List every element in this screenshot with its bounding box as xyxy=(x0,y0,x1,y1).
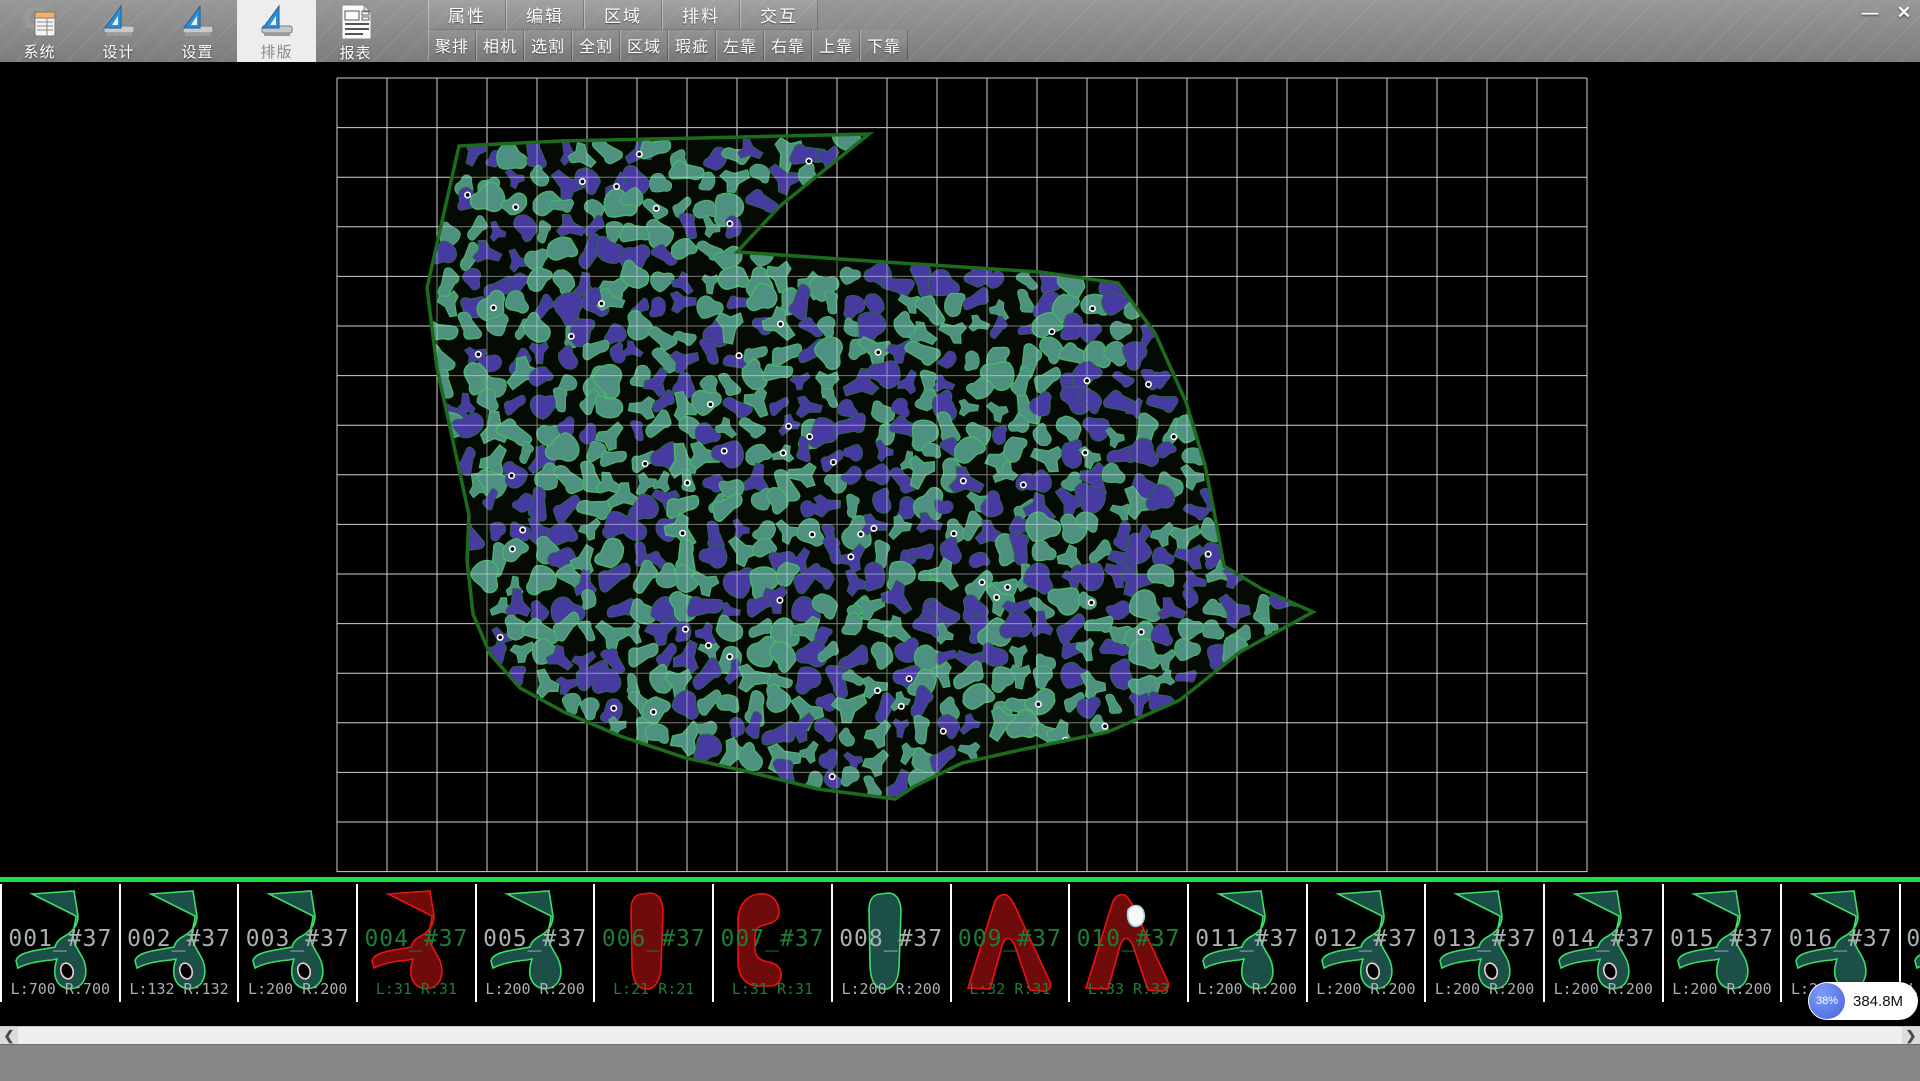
piece-counts: L:200 R:200 xyxy=(833,980,950,998)
piece-label: 012_#37 xyxy=(1308,926,1425,952)
piece-counts: L:32 R:31 xyxy=(952,980,1069,998)
close-button[interactable]: ✕ xyxy=(1890,2,1918,24)
thumbnail-cell-4[interactable]: 004_#37 L:31 R:31 xyxy=(356,884,475,1002)
thumbnail-cell-5[interactable]: 005_#37 L:200 R:200 xyxy=(475,884,594,1002)
menu-tab-5[interactable]: 交互 xyxy=(740,0,818,30)
minimize-button[interactable]: — xyxy=(1856,2,1884,24)
thumbnail-cell-9[interactable]: 009_#37 L:32 R:31 xyxy=(950,884,1069,1002)
piece-label: 007_#37 xyxy=(714,926,831,952)
tool-button-5[interactable]: 区域 xyxy=(620,30,668,60)
piece-label: 006_#37 xyxy=(595,926,712,952)
piece-label: 013_#37 xyxy=(1426,926,1543,952)
ruler-icon xyxy=(257,4,297,40)
nav-button-3[interactable]: 设置 xyxy=(158,0,237,62)
piece-counts: L:31 R:31 xyxy=(714,980,831,998)
canvas-drawing xyxy=(0,62,1920,877)
thumbnail-cell-13[interactable]: 013_#37 L:200 R:200 xyxy=(1424,884,1543,1002)
thumbnail-cell-15[interactable]: 015_#37 L:200 R:200 xyxy=(1662,884,1781,1002)
scroll-right-button[interactable]: ❯ xyxy=(1902,1027,1920,1045)
piece-counts: L:200 R:200 xyxy=(1189,980,1306,998)
piece-counts: L:132 R:132 xyxy=(121,980,238,998)
tool-button-6[interactable]: 瑕疵 xyxy=(668,30,716,60)
piece-label: 016_#37 xyxy=(1782,926,1899,952)
piece-counts: L:700 R:700 xyxy=(2,980,119,998)
piece-label: 017_#37 xyxy=(1901,926,1920,952)
piece-label: 011_#37 xyxy=(1189,926,1306,952)
memory-percent-indicator: 38% xyxy=(1809,983,1845,1019)
thumbnail-cell-14[interactable]: 014_#37 L:200 R:200 xyxy=(1543,884,1662,1002)
menu-tab-2[interactable]: 编辑 xyxy=(506,0,584,30)
piece-label: 010_#37 xyxy=(1070,926,1187,952)
thumbnail-cell-7[interactable]: 007_#37 L:31 R:31 xyxy=(712,884,831,1002)
menu-tab-row: 属性编辑区域排料交互 xyxy=(428,0,818,30)
ruler-icon xyxy=(178,4,218,40)
piece-counts: L:200 R:200 xyxy=(1545,980,1662,998)
piece-label: 009_#37 xyxy=(952,926,1069,952)
piece-label: 002_#37 xyxy=(121,926,238,952)
nav-button-4[interactable]: 排版 xyxy=(237,0,316,62)
thumbnail-cell-2[interactable]: 002_#37 L:132 R:132 xyxy=(119,884,238,1002)
nav-button-label: 排版 xyxy=(260,41,292,62)
piece-label: 003_#37 xyxy=(239,926,356,952)
piece-label: 004_#37 xyxy=(358,926,475,952)
nav-button-1[interactable]: 系统 xyxy=(0,0,79,62)
menu-tab-4[interactable]: 排料 xyxy=(662,0,740,30)
memory-percent: 38% xyxy=(1816,995,1838,1007)
piece-label: 014_#37 xyxy=(1545,926,1662,952)
nav-button-label: 系统 xyxy=(23,41,55,62)
tool-button-8[interactable]: 右靠 xyxy=(764,30,812,60)
nesting-canvas[interactable] xyxy=(0,62,1920,877)
piece-label: 005_#37 xyxy=(477,926,594,952)
menu-tab-3[interactable]: 区域 xyxy=(584,0,662,30)
piece-label: 015_#37 xyxy=(1664,926,1781,952)
menu-tab-1[interactable]: 属性 xyxy=(428,0,506,30)
tool-button-10[interactable]: 下靠 xyxy=(860,30,908,60)
ruler-icon xyxy=(99,4,139,40)
tool-button-9[interactable]: 上靠 xyxy=(812,30,860,60)
thumbnail-cell-10[interactable]: 010_#37 L:33 R:33 xyxy=(1068,884,1187,1002)
scroll-left-button[interactable]: ❮ xyxy=(0,1027,18,1045)
nav-button-group: 系统 设计 设置 排版 报表 xyxy=(0,0,395,62)
piece-counts: L:200 R:200 xyxy=(1664,980,1781,998)
piece-label: 008_#37 xyxy=(833,926,950,952)
nav-button-2[interactable]: 设计 xyxy=(79,0,158,62)
memory-size: 384.8M xyxy=(1853,993,1903,1010)
thumbnail-cell-8[interactable]: 008_#37 L:200 R:200 xyxy=(831,884,950,1002)
thumbnail-cell-12[interactable]: 012_#37 L:200 R:200 xyxy=(1306,884,1425,1002)
piece-counts: L:21 R:21 xyxy=(595,980,712,998)
thumbnail-cell-6[interactable]: 006_#37 L:21 R:21 xyxy=(593,884,712,1002)
thumbnail-strip: 001_#37 L:700 R:700 002_#37 L:132 R:132 … xyxy=(0,884,1920,1002)
nav-button-label: 报表 xyxy=(339,42,371,63)
window-controls: — ✕ xyxy=(1856,2,1918,24)
piece-counts: L:200 R:200 xyxy=(239,980,356,998)
tool-button-3[interactable]: 选割 xyxy=(524,30,572,60)
piece-counts: L:31 R:31 xyxy=(358,980,475,998)
piece-counts: L:200 R:200 xyxy=(1426,980,1543,998)
thumbnail-cell-1[interactable]: 001_#37 L:700 R:700 xyxy=(0,884,119,1002)
horizontal-scrollbar[interactable]: ❮ ❯ xyxy=(0,1026,1920,1045)
gear-icon xyxy=(21,4,59,40)
nav-button-5[interactable]: 报表 xyxy=(316,0,395,62)
memory-badge: 38% 384.8M xyxy=(1808,982,1918,1020)
nav-button-label: 设计 xyxy=(102,41,134,62)
nav-button-label: 设置 xyxy=(181,41,213,62)
toolbar: 系统 设计 设置 排版 报表 属性编辑区域排料交互 聚排相机选割全割区域瑕疵左靠… xyxy=(0,0,1920,63)
thumbnail-strip-wrap: 001_#37 L:700 R:700 002_#37 L:132 R:132 … xyxy=(0,882,1920,1026)
thumbnail-cell-11[interactable]: 011_#37 L:200 R:200 xyxy=(1187,884,1306,1002)
tool-button-1[interactable]: 聚排 xyxy=(428,30,476,60)
tool-button-row: 聚排相机选割全割区域瑕疵左靠右靠上靠下靠 xyxy=(428,30,908,61)
piece-counts: L:200 R:200 xyxy=(477,980,594,998)
thumbnail-cell-3[interactable]: 003_#37 L:200 R:200 xyxy=(237,884,356,1002)
tool-button-7[interactable]: 左靠 xyxy=(716,30,764,60)
piece-label: 001_#37 xyxy=(2,926,119,952)
tool-button-4[interactable]: 全割 xyxy=(572,30,620,60)
tool-button-2[interactable]: 相机 xyxy=(476,30,524,60)
piece-counts: L:200 R:200 xyxy=(1308,980,1425,998)
status-bar xyxy=(0,1044,1920,1081)
report-icon xyxy=(338,3,374,41)
piece-counts: L:33 R:33 xyxy=(1070,980,1187,998)
